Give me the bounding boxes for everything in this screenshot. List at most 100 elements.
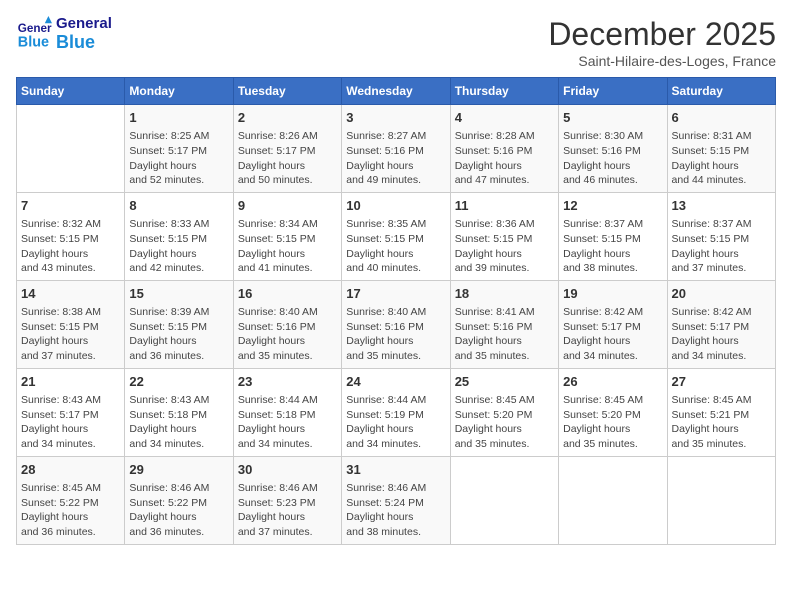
day-number: 24 — [346, 373, 445, 391]
day-number: 30 — [238, 461, 337, 479]
day-number: 3 — [346, 109, 445, 127]
calendar-day-cell: 14 Sunrise: 8:38 AMSunset: 5:15 PMDayligh… — [17, 280, 125, 368]
calendar-day-cell: 5 Sunrise: 8:30 AMSunset: 5:16 PMDaylight… — [559, 105, 667, 193]
day-info: Sunrise: 8:46 AMSunset: 5:24 PMDaylight … — [346, 481, 445, 540]
calendar-day-cell: 29Sunrise: 8:46 AMSunset: 5:22 PMDayligh… — [125, 456, 233, 544]
day-number: 26 — [563, 373, 662, 391]
calendar-header: SundayMondayTuesdayWednesdayThursdayFrid… — [17, 78, 776, 105]
day-info: Sunrise: 8:38 AMSunset: 5:15 PMDaylight … — [21, 305, 120, 364]
calendar-day-cell: 21 Sunrise: 8:43 AMSunset: 5:17 PMDayligh… — [17, 368, 125, 456]
title-area: December 2025 Saint-Hilaire-des-Loges, F… — [548, 16, 776, 69]
calendar-day-cell: 17 Sunrise: 8:40 AMSunset: 5:16 PMDayligh… — [342, 280, 450, 368]
weekday-header: Tuesday — [233, 78, 341, 105]
calendar-week-row: 28Sunrise: 8:45 AMSunset: 5:22 PMDayligh… — [17, 456, 776, 544]
day-number: 2 — [238, 109, 337, 127]
calendar-day-cell: 11 Sunrise: 8:36 AMSunset: 5:15 PMDayligh… — [450, 192, 558, 280]
calendar-day-cell: 12Sunrise: 8:37 AMSunset: 5:15 PMDayligh… — [559, 192, 667, 280]
day-number: 18 — [455, 285, 554, 303]
calendar-day-cell: 3 Sunrise: 8:27 AMSunset: 5:16 PMDaylight… — [342, 105, 450, 193]
day-info: Sunrise: 8:43 AMSunset: 5:17 PMDaylight … — [21, 393, 120, 452]
day-info: Sunrise: 8:44 AMSunset: 5:19 PMDaylight … — [346, 393, 445, 452]
calendar-day-cell: 19Sunrise: 8:42 AMSunset: 5:17 PMDayligh… — [559, 280, 667, 368]
calendar-body: 1 Sunrise: 8:25 AMSunset: 5:17 PMDaylight… — [17, 105, 776, 545]
calendar-day-cell: 22 Sunrise: 8:43 AMSunset: 5:18 PMDayligh… — [125, 368, 233, 456]
day-info: Sunrise: 8:33 AMSunset: 5:15 PMDaylight … — [129, 217, 228, 276]
day-number: 27 — [672, 373, 771, 391]
day-info: Sunrise: 8:37 AMSunset: 5:15 PMDaylight … — [563, 217, 662, 276]
day-info: Sunrise: 8:45 AMSunset: 5:22 PMDaylight … — [21, 481, 120, 540]
day-number: 9 — [238, 197, 337, 215]
month-title: December 2025 — [548, 16, 776, 53]
calendar-day-cell: 2 Sunrise: 8:26 AMSunset: 5:17 PMDaylight… — [233, 105, 341, 193]
day-info: Sunrise: 8:40 AMSunset: 5:16 PMDaylight … — [346, 305, 445, 364]
day-info: Sunrise: 8:34 AMSunset: 5:15 PMDaylight … — [238, 217, 337, 276]
day-number: 15 — [129, 285, 228, 303]
calendar-day-cell — [17, 105, 125, 193]
calendar-day-cell: 9 Sunrise: 8:34 AMSunset: 5:15 PMDaylight… — [233, 192, 341, 280]
calendar-table: SundayMondayTuesdayWednesdayThursdayFrid… — [16, 77, 776, 545]
weekday-header: Wednesday — [342, 78, 450, 105]
calendar-week-row: 1 Sunrise: 8:25 AMSunset: 5:17 PMDaylight… — [17, 105, 776, 193]
day-info: Sunrise: 8:42 AMSunset: 5:17 PMDaylight … — [672, 305, 771, 364]
day-info: Sunrise: 8:39 AMSunset: 5:15 PMDaylight … — [129, 305, 228, 364]
calendar-day-cell: 15 Sunrise: 8:39 AMSunset: 5:15 PMDayligh… — [125, 280, 233, 368]
weekday-header: Friday — [559, 78, 667, 105]
day-number: 31 — [346, 461, 445, 479]
day-number: 17 — [346, 285, 445, 303]
day-number: 22 — [129, 373, 228, 391]
calendar-day-cell: 27 Sunrise: 8:45 AMSunset: 5:21 PMDayligh… — [667, 368, 775, 456]
calendar-day-cell — [667, 456, 775, 544]
calendar-day-cell: 6Sunrise: 8:31 AMSunset: 5:15 PMDaylight… — [667, 105, 775, 193]
day-number: 29 — [129, 461, 228, 479]
location-title: Saint-Hilaire-des-Loges, France — [548, 53, 776, 69]
day-number: 5 — [563, 109, 662, 127]
day-info: Sunrise: 8:36 AMSunset: 5:15 PMDaylight … — [455, 217, 554, 276]
calendar-day-cell — [559, 456, 667, 544]
day-number: 1 — [129, 109, 228, 127]
day-info: Sunrise: 8:45 AMSunset: 5:20 PMDaylight … — [563, 393, 662, 452]
calendar-day-cell: 30 Sunrise: 8:46 AMSunset: 5:23 PMDayligh… — [233, 456, 341, 544]
calendar-day-cell: 7 Sunrise: 8:32 AMSunset: 5:15 PMDaylight… — [17, 192, 125, 280]
logo-general: General — [56, 16, 112, 33]
day-info: Sunrise: 8:43 AMSunset: 5:18 PMDaylight … — [129, 393, 228, 452]
logo-text: General Blue — [56, 16, 112, 52]
day-number: 23 — [238, 373, 337, 391]
calendar-day-cell: 1 Sunrise: 8:25 AMSunset: 5:17 PMDaylight… — [125, 105, 233, 193]
day-number: 11 — [455, 197, 554, 215]
calendar-day-cell: 20 Sunrise: 8:42 AMSunset: 5:17 PMDayligh… — [667, 280, 775, 368]
svg-text:General: General — [18, 22, 52, 35]
day-info: Sunrise: 8:32 AMSunset: 5:15 PMDaylight … — [21, 217, 120, 276]
day-info: Sunrise: 8:44 AMSunset: 5:18 PMDaylight … — [238, 393, 337, 452]
day-number: 4 — [455, 109, 554, 127]
day-info: Sunrise: 8:25 AMSunset: 5:17 PMDaylight … — [129, 129, 228, 188]
day-number: 8 — [129, 197, 228, 215]
day-number: 14 — [21, 285, 120, 303]
day-info: Sunrise: 8:45 AMSunset: 5:21 PMDaylight … — [672, 393, 771, 452]
logo-icon: General Blue — [16, 16, 52, 52]
weekday-header: Monday — [125, 78, 233, 105]
weekday-header: Thursday — [450, 78, 558, 105]
day-number: 7 — [21, 197, 120, 215]
calendar-day-cell: 31 Sunrise: 8:46 AMSunset: 5:24 PMDayligh… — [342, 456, 450, 544]
day-number: 20 — [672, 285, 771, 303]
calendar-day-cell: 26 Sunrise: 8:45 AMSunset: 5:20 PMDayligh… — [559, 368, 667, 456]
calendar-day-cell: 4Sunrise: 8:28 AMSunset: 5:16 PMDaylight… — [450, 105, 558, 193]
day-info: Sunrise: 8:46 AMSunset: 5:23 PMDaylight … — [238, 481, 337, 540]
day-number: 25 — [455, 373, 554, 391]
day-number: 21 — [21, 373, 120, 391]
day-info: Sunrise: 8:30 AMSunset: 5:16 PMDaylight … — [563, 129, 662, 188]
calendar-week-row: 21 Sunrise: 8:43 AMSunset: 5:17 PMDayligh… — [17, 368, 776, 456]
day-info: Sunrise: 8:26 AMSunset: 5:17 PMDaylight … — [238, 129, 337, 188]
day-info: Sunrise: 8:40 AMSunset: 5:16 PMDaylight … — [238, 305, 337, 364]
day-info: Sunrise: 8:42 AMSunset: 5:17 PMDaylight … — [563, 305, 662, 364]
calendar-day-cell: 8 Sunrise: 8:33 AMSunset: 5:15 PMDaylight… — [125, 192, 233, 280]
weekday-header: Saturday — [667, 78, 775, 105]
day-info: Sunrise: 8:27 AMSunset: 5:16 PMDaylight … — [346, 129, 445, 188]
day-info: Sunrise: 8:35 AMSunset: 5:15 PMDaylight … — [346, 217, 445, 276]
page-header: General Blue General Blue December 2025 … — [16, 16, 776, 69]
calendar-day-cell: 24 Sunrise: 8:44 AMSunset: 5:19 PMDayligh… — [342, 368, 450, 456]
calendar-week-row: 14 Sunrise: 8:38 AMSunset: 5:15 PMDayligh… — [17, 280, 776, 368]
calendar-day-cell: 23 Sunrise: 8:44 AMSunset: 5:18 PMDayligh… — [233, 368, 341, 456]
calendar-day-cell: 28Sunrise: 8:45 AMSunset: 5:22 PMDayligh… — [17, 456, 125, 544]
calendar-day-cell: 13Sunrise: 8:37 AMSunset: 5:15 PMDayligh… — [667, 192, 775, 280]
